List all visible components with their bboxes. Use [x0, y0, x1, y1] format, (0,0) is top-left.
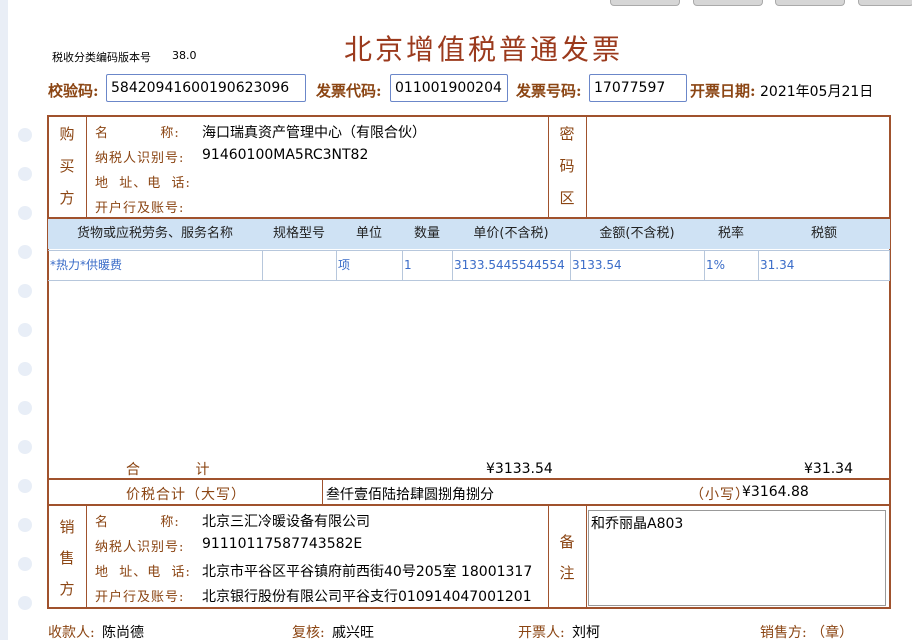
invoice-code-field[interactable]: 011001900204 [390, 74, 508, 102]
reviewer-label: 复核: [292, 625, 325, 641]
col-header-qty: 数量 [413, 226, 440, 241]
cipher-label-1: 密 [559, 125, 575, 143]
total-tax: ¥31.34 [804, 461, 853, 477]
top-tab-stub[interactable] [693, 0, 763, 6]
check-code-label: 校验码: [48, 82, 99, 100]
buyer-side-label-2: 买 [59, 157, 75, 175]
cell-item-tax: 31.34 [760, 258, 795, 272]
total-small: ¥3164.88 [742, 484, 809, 500]
drawer-label: 开票人: [518, 625, 565, 641]
reviewer-name: 戚兴旺 [332, 625, 374, 641]
seller-address-label: 地 址、电 话: [95, 565, 191, 580]
top-tab-stub[interactable] [775, 0, 845, 6]
date-label: 开票日期: [690, 82, 756, 100]
version-label: 税收分类编码版本号 [52, 51, 151, 64]
total-words-label: 价税合计（大写） [126, 487, 246, 503]
version-value: 38.0 [172, 49, 197, 62]
remarks-field[interactable]: 和乔丽晶A803 [588, 510, 886, 606]
punch-hole [18, 206, 32, 220]
seller-side-label-1: 销 [59, 518, 75, 536]
punch-hole [18, 440, 32, 454]
cell-item-rate: 1% [706, 258, 726, 272]
total-small-label: （小写） [690, 487, 750, 503]
punch-hole [18, 518, 32, 532]
cell-item-spec [262, 252, 336, 278]
col-header-name: 货物或应税劳务、服务名称 [76, 226, 233, 241]
seller-tax-id-label: 纳税人识别号: [95, 540, 185, 555]
buyer-name: 海口瑞真资产管理中心（有限合伙） [202, 125, 426, 141]
buyer-address-label: 地 址、电 话: [95, 176, 191, 191]
buyer-name-label: 名 称: [95, 126, 180, 141]
col-header-unit: 单位 [355, 226, 382, 241]
punch-hole [18, 167, 32, 181]
buyer-side-label-3: 方 [59, 189, 75, 207]
items-table-header: 货物或应税劳务、服务名称 规格型号 单位 数量 单价(不含税) 金额(不含税) … [48, 219, 890, 249]
buyer-tax-id-label: 纳税人识别号: [95, 151, 185, 166]
seller-name-label: 名 称: [95, 515, 180, 530]
col-header-amount: 金额(不含税) [599, 226, 675, 241]
seller-bank-label: 开户行及账号: [95, 590, 185, 605]
buyer-side-label-1: 购 [59, 125, 75, 143]
cell-item-price: 3133.5445544554 [454, 258, 565, 272]
drawer-name: 刘柯 [572, 625, 600, 641]
payee-label: 收款人: [48, 625, 95, 641]
cell-item-qty: 1 [404, 258, 412, 272]
seller-seal-label: 销售方: （章） [760, 625, 854, 641]
invoice-code-label: 发票代码: [316, 82, 382, 100]
invoice-number-label: 发票号码: [516, 82, 582, 100]
cell-item-unit: 项 [338, 258, 351, 272]
punch-hole [18, 128, 32, 142]
invoice-number-field[interactable]: 17077597 [589, 74, 687, 102]
col-header-rate: 税率 [717, 226, 744, 241]
remarks-label-2: 注 [559, 564, 575, 582]
seller-name: 北京三汇冷暖设备有限公司 [202, 514, 370, 530]
total-amount: ¥3133.54 [486, 461, 553, 477]
invoice-date: 2021年05月21日 [760, 84, 874, 100]
cipher-area [588, 117, 889, 216]
seller-address: 北京市平谷区平谷镇府前西街40号205室 18001317 [202, 564, 533, 580]
col-header-price: 单价(不含税) [473, 226, 549, 241]
total-label: 合 计 [126, 462, 211, 478]
punch-hole [18, 362, 32, 376]
seller-side-label-3: 方 [59, 580, 75, 598]
cell-item-amount: 3133.54 [572, 258, 622, 272]
top-tab-stub[interactable] [858, 0, 912, 6]
punch-hole [18, 323, 32, 337]
payee-name: 陈尚德 [102, 625, 144, 641]
col-header-spec: 规格型号 [272, 226, 325, 241]
seller-side-label-2: 售 [59, 549, 75, 567]
cipher-label-3: 区 [559, 189, 575, 207]
punch-hole [18, 479, 32, 493]
punch-hole [18, 596, 32, 610]
punch-hole [18, 401, 32, 415]
punch-hole [18, 284, 32, 298]
remarks-label-1: 备 [559, 533, 575, 551]
buyer-bank-label: 开户行及账号: [95, 201, 185, 216]
punch-hole [18, 245, 32, 259]
seller-bank: 北京银行股份有限公司平谷支行010914047001201 [202, 589, 532, 605]
left-margin-strip [0, 0, 8, 640]
buyer-tax-id: 91460100MA5RC3NT82 [202, 147, 369, 163]
check-code-field[interactable]: 58420941600190623096 [106, 74, 306, 102]
punch-hole [18, 557, 32, 571]
seller-tax-id: 91110117587743582E [202, 536, 363, 552]
cipher-label-2: 码 [559, 157, 575, 175]
top-tab-stub[interactable] [610, 0, 680, 6]
col-header-tax: 税额 [810, 226, 837, 241]
cell-item-name: *热力*供暖费 [50, 258, 123, 272]
invoice-title: 北京增值税普通发票 [344, 33, 624, 66]
total-words: 叁仟壹佰陆拾肆圆捌角捌分 [326, 487, 494, 503]
